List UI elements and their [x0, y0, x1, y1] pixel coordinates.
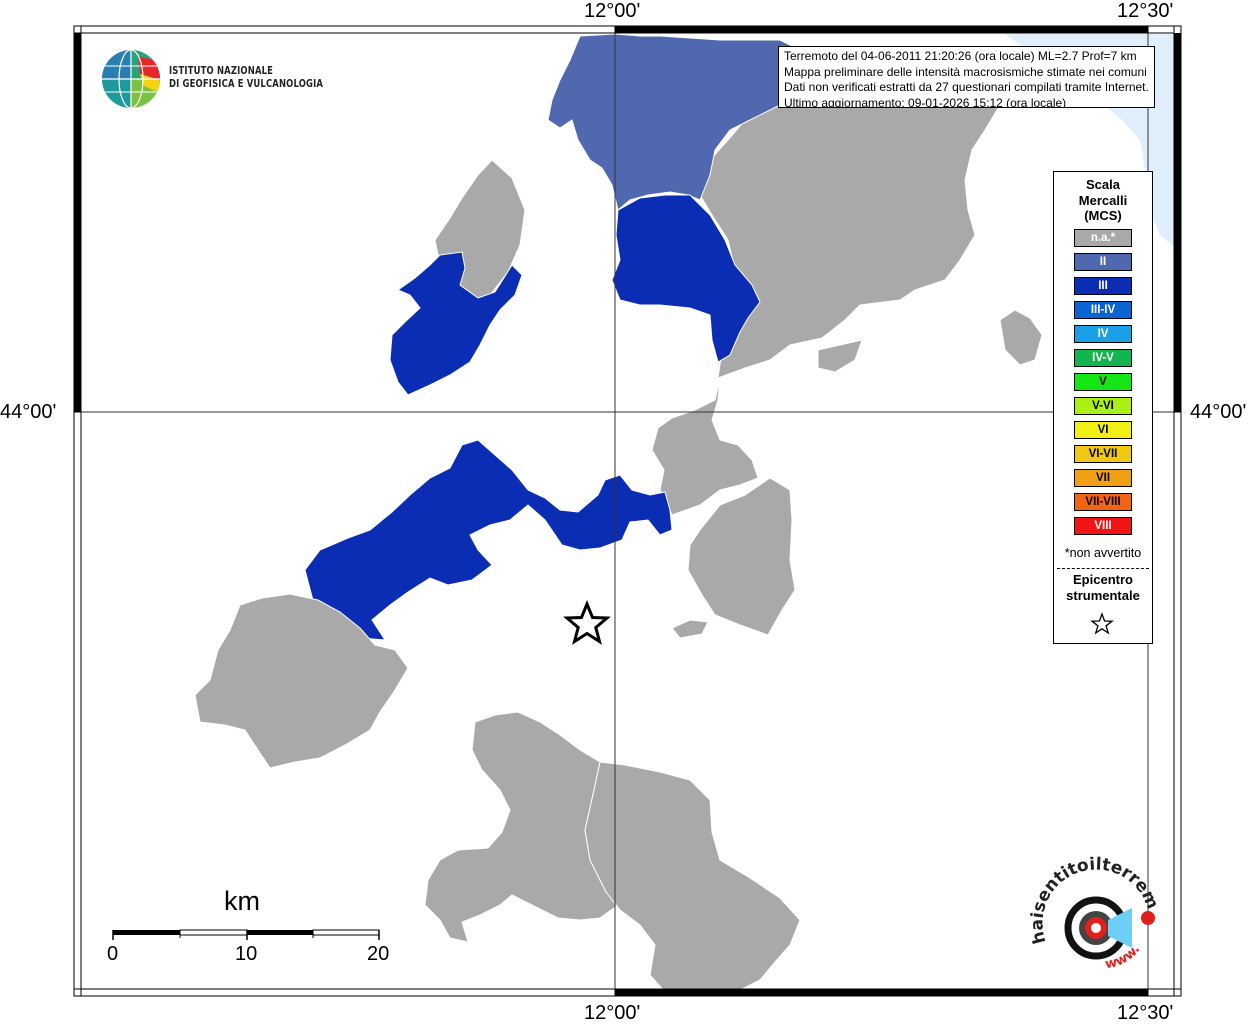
- scale-tick-10: 10: [235, 943, 258, 965]
- event-info-line4: Ultimo aggiornamento: 09-01-2026 15:12 (…: [784, 95, 1067, 108]
- event-info-box: Terremoto del 04-06-2011 21:20:26 (ora l…: [778, 46, 1155, 108]
- legend-swatch: VII: [1074, 469, 1132, 487]
- coord-top-12-30: 12°30': [1117, 0, 1174, 22]
- legend-swatch: IV-V: [1074, 349, 1132, 367]
- ingv-name: ISTITUTO NAZIONALE DI GEOFISICA E VULCAN…: [169, 64, 350, 90]
- legend-swatch: V-VI: [1074, 397, 1132, 415]
- coord-right-44-00: 44°00': [1190, 401, 1247, 423]
- scale-tick-20: 20: [367, 943, 390, 965]
- legend-swatch: V: [1074, 373, 1132, 391]
- legend-swatch: II: [1074, 253, 1132, 271]
- legend-note: *non avvertito: [1064, 546, 1142, 560]
- legend-swatch: III: [1074, 277, 1132, 295]
- legend-swatch: VII-VIII: [1074, 493, 1132, 511]
- legend-swatch: VIII: [1074, 517, 1132, 535]
- event-info-line2: Mappa preliminare delle intensità macros…: [784, 64, 1147, 79]
- coord-top-12-00: 12°00': [584, 0, 641, 22]
- scale-bar-unit: km: [224, 886, 260, 916]
- coord-bottom-12-00: 12°00': [584, 1002, 641, 1024]
- event-info-line1: Terremoto del 04-06-2011 21:20:26 (ora l…: [784, 49, 1137, 63]
- haisentito-logo: haisentitoilterremoto.it www.: [1028, 856, 1162, 972]
- legend-title: Scala Mercalli (MCS): [1054, 177, 1152, 224]
- legend-epicenter-line1: Epicentro: [1073, 572, 1133, 587]
- scale-tick-0: 0: [107, 943, 119, 965]
- legend-swatch: III-IV: [1074, 301, 1132, 319]
- ingv-name-line1: ISTITUTO NAZIONALE: [169, 64, 274, 77]
- legend-title-line1: Scala: [1086, 177, 1120, 192]
- legend-epicenter-line2: strumentale: [1066, 588, 1140, 603]
- legend-separator: [1057, 568, 1149, 569]
- legend-swatch: VI: [1074, 421, 1132, 439]
- ingv-globe-logo: [102, 50, 160, 108]
- ingv-name-line2: DI GEOFISICA E VULCANOLOGIA: [169, 77, 324, 90]
- legend-swatch: IV: [1074, 325, 1132, 343]
- coord-bottom-12-30: 12°30': [1117, 1002, 1174, 1024]
- legend-title-line3: (MCS): [1084, 208, 1122, 223]
- legend-star-icon: [1090, 612, 1114, 635]
- legend-swatch: n.a.*: [1074, 229, 1132, 247]
- event-info-line3: Dati non verificati estratti da 27 quest…: [784, 80, 1149, 94]
- mcs-legend: Scala Mercalli (MCS) n.a.* II III III-IV IV I…: [1053, 171, 1153, 644]
- legend-title-line2: Mercalli: [1078, 192, 1128, 208]
- legend-epicenter-label: Epicentro strumentale: [1054, 572, 1152, 604]
- coord-left-44-00: 44°00': [0, 401, 57, 423]
- legend-swatch: VI-VII: [1074, 445, 1132, 463]
